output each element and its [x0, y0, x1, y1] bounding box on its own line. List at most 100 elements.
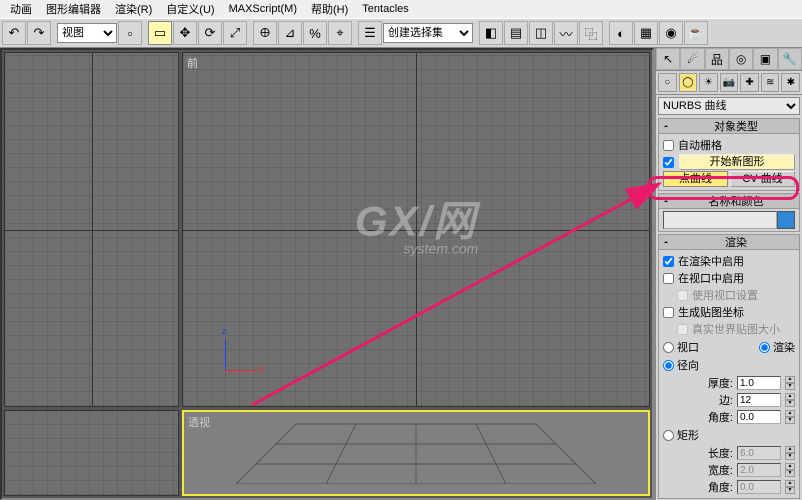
helpers-icon[interactable]: ✚: [740, 73, 759, 92]
width-spinner: ▲▼: [785, 463, 795, 477]
thickness-input[interactable]: [737, 376, 781, 390]
angle-spinner[interactable]: ▲▼: [785, 410, 795, 424]
snap-toggle-button[interactable]: 𐀏: [253, 21, 277, 45]
start-new-shape-button[interactable]: 开始新图形: [679, 154, 795, 170]
create-category-tabs: ○ ◯ ☀ 📷 ✚ ≋ ✱: [656, 71, 802, 95]
angle2-label: 角度:: [663, 479, 733, 495]
reference-coord-dropdown[interactable]: 视图: [57, 23, 117, 43]
use-pivot-center-button[interactable]: ▫: [118, 21, 142, 45]
use-viewport-settings-checkbox: [677, 290, 688, 301]
render-radio-label: 渲染: [773, 339, 795, 355]
align-button[interactable]: ▤: [504, 21, 528, 45]
start-new-shape-checkbox[interactable]: [663, 157, 674, 168]
select-scale-button[interactable]: ⤢: [223, 21, 247, 45]
motion-tab-icon[interactable]: ◎: [729, 48, 753, 70]
angle2-input: [737, 480, 781, 494]
menu-render[interactable]: 渲染(R): [109, 0, 158, 18]
menu-animation[interactable]: 动画: [4, 0, 38, 18]
width-label: 宽度:: [663, 462, 733, 478]
named-sets-icon[interactable]: ☰: [358, 21, 382, 45]
geometry-icon[interactable]: ○: [658, 73, 677, 92]
viewport-front[interactable]: 前 zx GX/网 system.com: [182, 52, 650, 407]
shapes-icon[interactable]: ◯: [679, 73, 698, 92]
schematic-view-button[interactable]: ⿻: [579, 21, 603, 45]
rollout-title-namecolor: 名称和颜色: [673, 193, 799, 209]
percent-snap-button[interactable]: %: [303, 21, 327, 45]
enable-in-viewport-label: 在视口中启用: [678, 270, 744, 286]
curve-editor-button[interactable]: 〰: [554, 21, 578, 45]
enable-in-render-label: 在渲染中启用: [678, 253, 744, 269]
viewport-label-front: 前: [187, 55, 198, 71]
lights-icon[interactable]: ☀: [699, 73, 718, 92]
undo-button[interactable]: ↶: [2, 21, 26, 45]
select-move-button[interactable]: ✥: [173, 21, 197, 45]
angle-snap-button[interactable]: ⊿: [278, 21, 302, 45]
render-setup-button[interactable]: ▦: [634, 21, 658, 45]
gen-map-coords-label: 生成贴图坐标: [678, 304, 744, 320]
create-tab-icon[interactable]: ↖: [656, 48, 680, 70]
viewport-radio[interactable]: [663, 342, 674, 353]
mirror-button[interactable]: ◧: [479, 21, 503, 45]
hierarchy-tab-icon[interactable]: 品: [705, 48, 729, 70]
perspective-grid: [236, 414, 596, 484]
enable-in-render-checkbox[interactable]: [663, 256, 674, 267]
menu-tentacles[interactable]: Tentacles: [356, 2, 414, 16]
length-spinner: ▲▼: [785, 446, 795, 460]
rollout-toggle[interactable]: -: [659, 236, 673, 248]
length-input: [737, 446, 781, 460]
angle2-spinner: ▲▼: [785, 480, 795, 494]
enable-in-viewport-checkbox[interactable]: [663, 273, 674, 284]
object-color-swatch[interactable]: [777, 211, 795, 229]
sides-spinner[interactable]: ▲▼: [785, 393, 795, 407]
cameras-icon[interactable]: 📷: [720, 73, 739, 92]
viewport-radio-label: 视口: [677, 339, 699, 355]
quick-render-button[interactable]: ☕: [684, 21, 708, 45]
select-rotate-button[interactable]: ⟳: [198, 21, 222, 45]
thickness-spinner[interactable]: ▲▼: [785, 376, 795, 390]
radial-radio-label: 径向: [677, 357, 699, 373]
named-selection-set-dropdown[interactable]: 创建选择集: [383, 23, 473, 43]
angle-input[interactable]: [737, 410, 781, 424]
select-object-button[interactable]: ▭: [148, 21, 172, 45]
display-tab-icon[interactable]: ▣: [753, 48, 777, 70]
material-editor-button[interactable]: ◐: [609, 21, 633, 45]
rectangular-radio[interactable]: [663, 430, 674, 441]
use-viewport-settings-label: 使用视口设置: [692, 287, 758, 303]
modify-tab-icon[interactable]: ☄: [680, 48, 704, 70]
radial-radio[interactable]: [663, 360, 674, 371]
viewport-perspective[interactable]: 透视: [182, 410, 650, 496]
width-input: [737, 463, 781, 477]
systems-icon[interactable]: ✱: [781, 73, 800, 92]
main-toolbar: ↶ ↷ 视图 ▫ ▭ ✥ ⟳ ⤢ 𐀏 ⊿ % ⌖ ☰ 创建选择集 ◧ ▤ ◫ 〰…: [0, 18, 802, 48]
angle-label: 角度:: [663, 409, 733, 425]
rollout-toggle[interactable]: -: [659, 195, 673, 207]
sides-input[interactable]: [737, 393, 781, 407]
spacewarps-icon[interactable]: ≋: [761, 73, 780, 92]
object-name-input[interactable]: [663, 211, 777, 229]
rollout-toggle[interactable]: -: [659, 120, 673, 132]
render-radio[interactable]: [759, 342, 770, 353]
layer-manager-button[interactable]: ◫: [529, 21, 553, 45]
length-label: 长度:: [663, 445, 733, 461]
menu-customize[interactable]: 自定义(U): [160, 0, 220, 18]
utilities-tab-icon[interactable]: 🔧: [778, 48, 802, 70]
menu-maxscript[interactable]: MAXScript(M): [223, 2, 303, 16]
render-frame-button[interactable]: ◉: [659, 21, 683, 45]
viewport-bottom-left[interactable]: [4, 410, 179, 496]
menu-graphics-editor[interactable]: 图形编辑器: [40, 0, 107, 18]
menu-bar: 动画 图形编辑器 渲染(R) 自定义(U) MAXScript(M) 帮助(H)…: [0, 0, 802, 18]
rendering-rollout: -渲染 在渲染中启用 在视口中启用 使用视口设置 生成贴图坐标 真实世界贴图大小…: [658, 234, 800, 499]
subcategory-dropdown[interactable]: NURBS 曲线: [658, 97, 800, 115]
cv-curve-button[interactable]: CV 曲线: [730, 171, 795, 187]
point-curve-button[interactable]: 点曲线: [663, 171, 728, 187]
realworld-map-checkbox: [677, 324, 688, 335]
rectangular-radio-label: 矩形: [677, 427, 699, 443]
menu-help[interactable]: 帮助(H): [305, 0, 354, 18]
viewport-area: 前 zx GX/网 system.com 透视: [0, 48, 654, 500]
spinner-snap-button[interactable]: ⌖: [328, 21, 352, 45]
gen-map-coords-checkbox[interactable]: [663, 307, 674, 318]
viewport-top-left[interactable]: [4, 52, 179, 407]
redo-button[interactable]: ↷: [27, 21, 51, 45]
thickness-label: 厚度:: [663, 375, 733, 391]
autogrid-checkbox[interactable]: [663, 140, 674, 151]
